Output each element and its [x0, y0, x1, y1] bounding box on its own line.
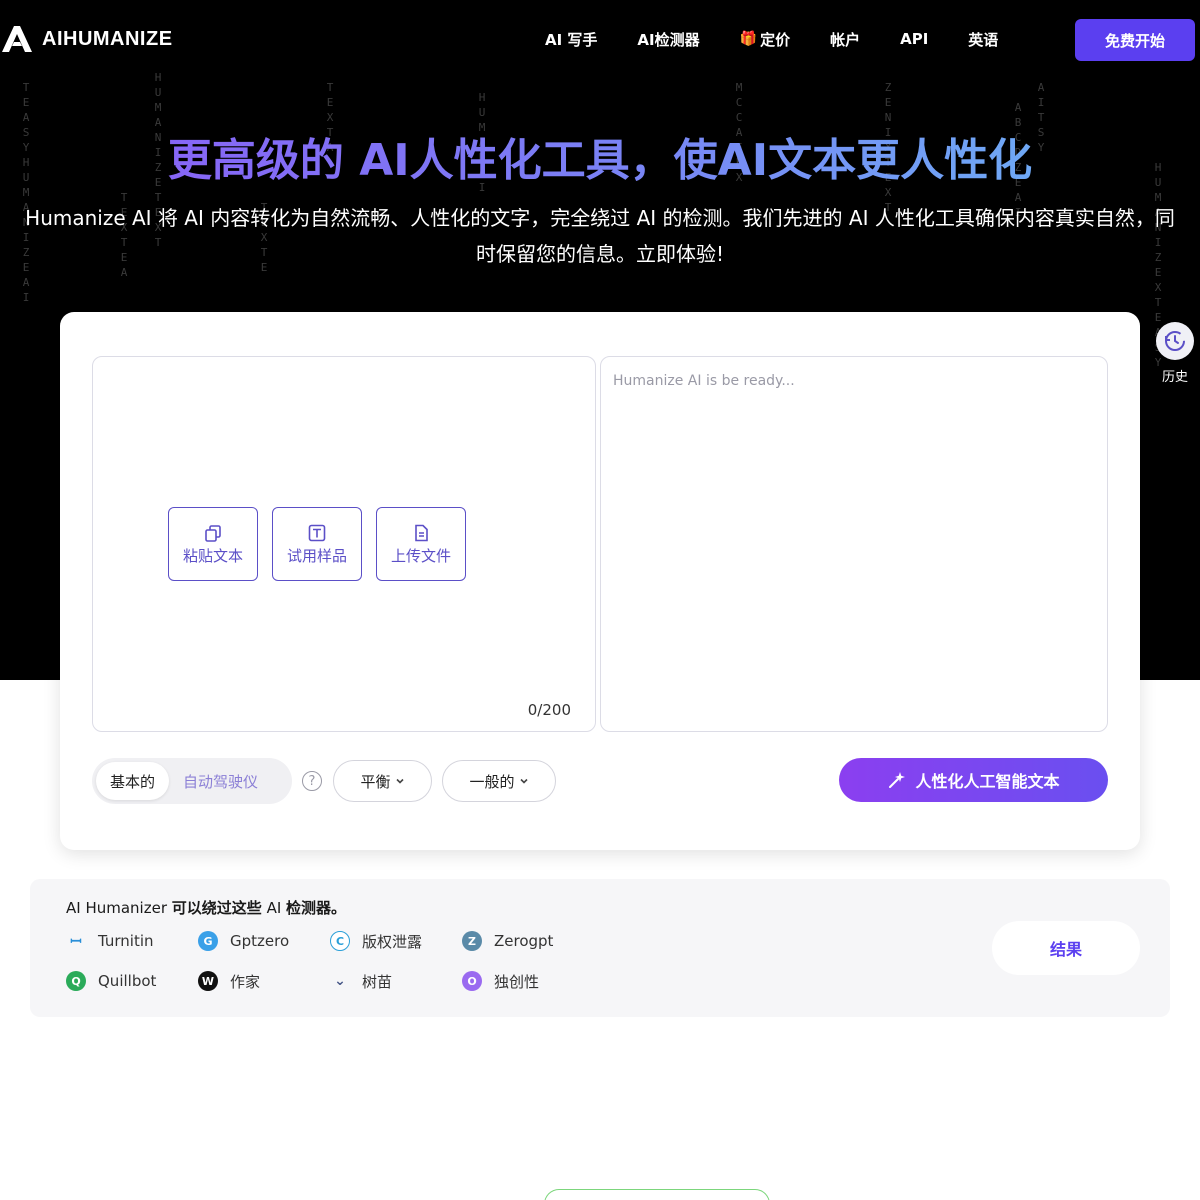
detectors-title-part: 检测器。 [286, 899, 347, 917]
bottom-pill-edge [544, 1189, 770, 1200]
mode-toggle: 基本的 自动驾驶仪 [92, 758, 292, 804]
upload-file-label: 上传文件 [390, 546, 451, 565]
nav-link-pricing[interactable]: 🎁 定价 [740, 29, 790, 50]
detector-label: 作家 [230, 972, 261, 991]
detector-label: 版权泄露 [362, 932, 423, 951]
help-icon[interactable]: ? [302, 771, 322, 791]
balance-dropdown-label: 平衡 [360, 772, 391, 791]
turnitin-icon: ꟷ [70, 933, 82, 950]
detectors-panel: AI Humanizer 可以绕过这些 AI 检测器。 ꟷ Turnitin G… [30, 879, 1170, 1017]
page-subtitle: Humanize AI 将 AI 内容转化为自然流畅、人性化的文字，完全绕过 A… [25, 206, 1175, 266]
detectors-title-part: AI Humanizer [66, 899, 167, 917]
detectors-title: AI Humanizer 可以绕过这些 AI 检测器。 [66, 897, 346, 918]
nav-link-pricing-label: 定价 [760, 30, 791, 49]
gift-icon: 🎁 [739, 31, 758, 47]
chevron-down-icon [519, 778, 528, 784]
detector-label: Gptzero [230, 932, 290, 950]
input-actions: 粘贴文本 试用样品 上传文件 [168, 507, 466, 581]
detector-label: 树苗 [362, 972, 393, 991]
history-label: 历史 [1161, 370, 1188, 385]
nav-link-language[interactable]: 英语 [968, 29, 998, 50]
detectors-title-part: 可以绕过这些 [171, 899, 262, 917]
humanizer-card: 粘贴文本 试用样品 上传文件 0/200 Humanize AI is be r… [60, 312, 1140, 850]
character-counter: 0/200 [527, 701, 571, 719]
detector-copyleaks: C 版权泄露 [330, 931, 462, 951]
general-dropdown[interactable]: 一般的 [442, 760, 556, 802]
detector-gptzero: G Gptzero [198, 931, 330, 951]
humanize-button-label: 人性化人工智能文本 [915, 772, 1060, 791]
magic-icon [889, 772, 906, 788]
quillbot-icon: Q [66, 971, 86, 991]
nav-link-ai-writer[interactable]: AI 写手 [545, 29, 597, 50]
detector-label: 独创性 [494, 972, 540, 991]
nav-link-account[interactable]: 帐户 [830, 29, 860, 50]
originality-icon: O [462, 971, 482, 991]
output-textarea[interactable]: Humanize AI is be ready... [600, 356, 1108, 732]
top-nav: AIHUMANIZE AI 写手 AI检测器 🎁 定价 帐户 API 英语 免费… [0, 0, 1200, 78]
result-button[interactable]: 结果 [992, 921, 1140, 975]
input-textarea[interactable]: 粘贴文本 试用样品 上传文件 0/200 [92, 356, 596, 732]
detector-quillbot: Q Quillbot [66, 971, 198, 991]
detector-zerogpt: Z Zerogpt [462, 931, 594, 951]
history-icon [1156, 322, 1194, 360]
file-icon [415, 524, 428, 541]
chevron-down-icon [395, 778, 404, 784]
writer-icon: W [198, 971, 218, 991]
page-title: 更高级的 AI人性化工具，使AI文本更人性化 [0, 133, 1200, 189]
upload-file-button[interactable]: 上传文件 [376, 507, 466, 581]
copyleaks-icon: C [330, 931, 350, 951]
copy-icon [205, 524, 221, 542]
free-start-button[interactable]: 免费开始 [1075, 19, 1195, 61]
detector-label: Quillbot [98, 972, 157, 990]
detector-label: Turnitin [98, 932, 154, 950]
detectors-title-part: AI [266, 899, 282, 917]
balance-dropdown[interactable]: 平衡 [333, 760, 432, 802]
paste-text-button[interactable]: 粘贴文本 [168, 507, 258, 581]
logo-text: AIHUMANIZE [42, 27, 173, 50]
nav-link-ai-detector[interactable]: AI检测器 [637, 29, 699, 50]
paste-text-label: 粘贴文本 [182, 546, 243, 565]
detector-originality: O 独创性 [462, 971, 594, 991]
humanize-button[interactable]: 人性化人工智能文本 [839, 758, 1108, 802]
detectors-list: ꟷ Turnitin G Gptzero C 版权泄露 Z Zerogpt Q … [66, 931, 594, 991]
logo-icon [2, 26, 32, 52]
zerogpt-icon: Z [462, 931, 482, 951]
try-sample-label: 试用样品 [286, 546, 347, 565]
try-sample-button[interactable]: 试用样品 [272, 507, 362, 581]
history-button[interactable]: 历史 [1150, 322, 1200, 385]
logo[interactable]: AIHUMANIZE [0, 22, 173, 56]
detector-turnitin: ꟷ Turnitin [66, 931, 198, 951]
detector-writer: W 作家 [198, 971, 330, 991]
detector-label: Zerogpt [494, 932, 554, 950]
mode-autopilot[interactable]: 自动驾驶仪 [169, 762, 272, 800]
gptzero-icon: G [198, 931, 218, 951]
nav-links: AI 写手 AI检测器 🎁 定价 帐户 API 英语 [545, 28, 998, 50]
nav-link-api[interactable]: API [900, 30, 928, 48]
sapling-icon: ⌄ [334, 973, 346, 989]
mode-basic[interactable]: 基本的 [96, 762, 170, 800]
detector-sapling: ⌄ 树苗 [330, 971, 462, 991]
general-dropdown-label: 一般的 [469, 772, 515, 791]
output-placeholder: Humanize AI is be ready... [613, 373, 795, 389]
text-icon [308, 524, 326, 541]
